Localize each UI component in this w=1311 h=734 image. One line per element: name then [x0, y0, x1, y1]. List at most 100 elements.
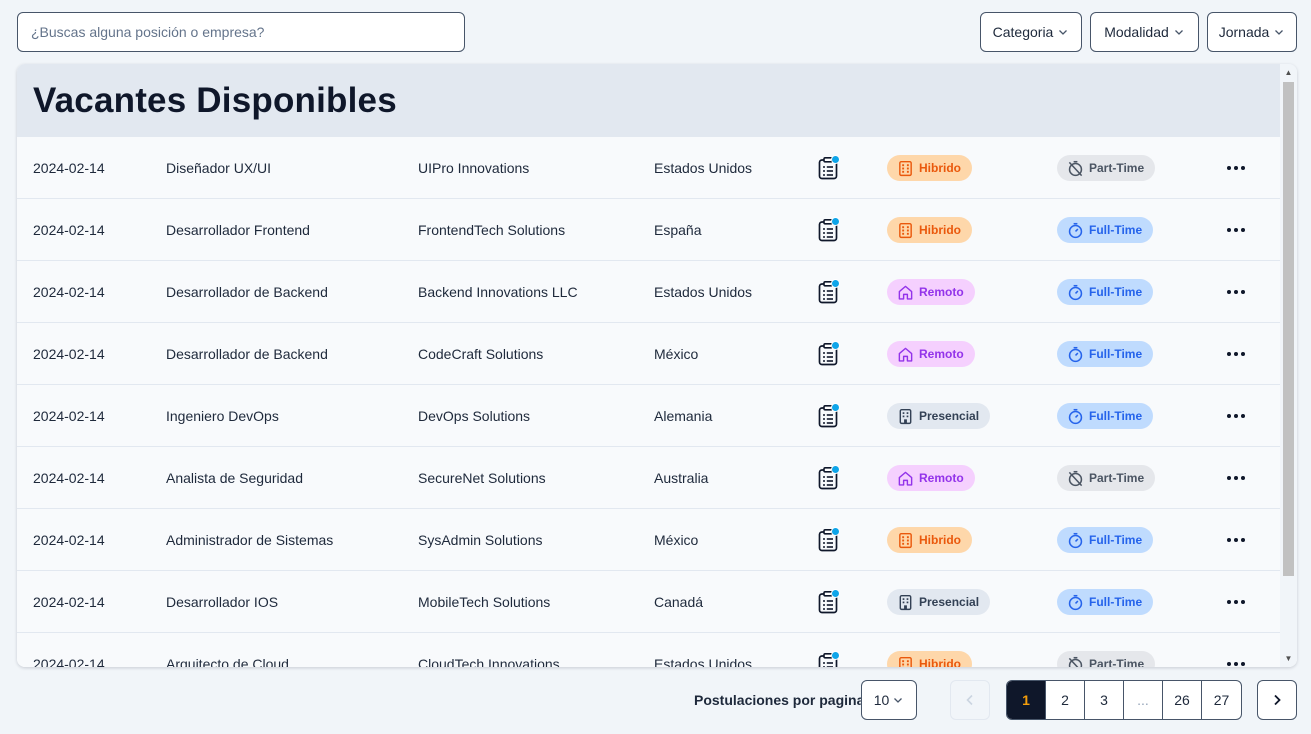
stopwatch-off-icon	[1067, 656, 1084, 667]
table-row[interactable]: 2024-02-14 Arquitecto de Cloud CloudTech I…	[17, 633, 1280, 667]
vacancy-country: Estados Unidos	[654, 656, 753, 667]
modality-badge-label: Hibrido	[919, 161, 961, 175]
modality-badge-hibrido: Hibrido	[887, 155, 972, 181]
page-button[interactable]: 2	[1046, 681, 1085, 719]
scroll-down-arrow-icon[interactable]: ▼	[1280, 650, 1297, 667]
building-icon	[897, 222, 914, 239]
search-input[interactable]	[17, 12, 465, 52]
shift-badge-full-time: Full-Time	[1057, 589, 1154, 615]
clipboard-list-icon[interactable]	[817, 651, 840, 667]
vacancy-title[interactable]: Administrador de Sistemas	[166, 509, 333, 571]
notification-dot	[831, 155, 840, 164]
home-icon	[897, 346, 914, 363]
table-row[interactable]: 2024-02-14 Ingeniero DevOps DevOps Solutio…	[17, 385, 1280, 447]
modality-badge-label: Remoto	[919, 471, 964, 485]
more-dots-icon[interactable]	[1224, 592, 1248, 612]
page-button[interactable]: 3	[1085, 681, 1124, 719]
vacancy-title[interactable]: Diseñador UX/UI	[166, 137, 271, 199]
modality-badge-label: Hibrido	[919, 657, 961, 667]
stopwatch-icon	[1067, 222, 1084, 239]
category-filter-button[interactable]: Categoria	[980, 12, 1082, 52]
previous-page-button[interactable]	[950, 680, 990, 720]
vacancy-title[interactable]: Analista de Seguridad	[166, 447, 303, 509]
per-page-label: Postulaciones por pagina	[694, 692, 865, 708]
clipboard-list-icon[interactable]	[817, 217, 840, 242]
shift-badge-full-time: Full-Time	[1057, 403, 1154, 429]
scrollbar[interactable]: ▲ ▼	[1280, 64, 1297, 667]
vacancy-company: SecureNet Solutions	[418, 470, 546, 486]
clipboard-list-icon[interactable]	[817, 155, 840, 180]
table-row[interactable]: 2024-02-14 Diseñador UX/UI UIPro Innovatio…	[17, 137, 1280, 199]
vacancy-company: UIPro Innovations	[418, 160, 530, 176]
vacancy-company: CloudTech Innovations	[418, 656, 560, 667]
per-page-select[interactable]: 10	[861, 680, 917, 720]
page-button[interactable]: 1	[1007, 681, 1046, 719]
more-dots-icon[interactable]	[1224, 344, 1248, 364]
modality-badge-label: Hibrido	[919, 533, 961, 547]
vacancy-title[interactable]: Desarrollador de Backend	[166, 323, 328, 385]
more-dots-icon[interactable]	[1224, 530, 1248, 550]
vacancy-title[interactable]: Desarrollador de Backend	[166, 261, 328, 323]
scroll-up-arrow-icon[interactable]: ▲	[1280, 64, 1297, 81]
clipboard-list-icon[interactable]	[817, 403, 840, 428]
page-button[interactable]: 27	[1202, 681, 1241, 719]
more-dots-icon[interactable]	[1224, 406, 1248, 426]
shift-badge-part-time: Part-Time	[1057, 155, 1156, 181]
vacancy-title[interactable]: Ingeniero DevOps	[166, 385, 279, 447]
table-row[interactable]: 2024-02-14 Desarrollador IOS MobileTech So…	[17, 571, 1280, 633]
vacancy-title[interactable]: Arquitecto de Cloud	[166, 633, 289, 667]
per-page-value: 10	[873, 692, 890, 708]
vacancy-date: 2024-02-14	[33, 222, 105, 238]
clipboard-list-icon[interactable]	[817, 279, 840, 304]
chevron-down-icon	[894, 698, 903, 703]
office-building-icon	[897, 594, 914, 611]
more-dots-icon[interactable]	[1224, 282, 1248, 302]
notification-dot	[831, 465, 840, 474]
pagination: 1 2 3... 26 27	[1006, 680, 1242, 720]
vacancy-company: Backend Innovations LLC	[418, 284, 578, 300]
more-dots-icon[interactable]	[1224, 468, 1248, 488]
modality-filter-button[interactable]: Modalidad	[1090, 12, 1199, 52]
more-dots-icon[interactable]	[1224, 220, 1248, 240]
modality-badge-remoto: Remoto	[887, 341, 975, 367]
modality-badge-presencial: Presencial	[887, 403, 991, 429]
notification-dot	[831, 403, 840, 412]
clipboard-list-icon[interactable]	[817, 589, 840, 614]
shift-filter-button[interactable]: Jornada	[1207, 12, 1297, 52]
clipboard-list-icon[interactable]	[817, 527, 840, 552]
vacancy-date: 2024-02-14	[33, 408, 105, 424]
clipboard-list-icon[interactable]	[817, 341, 840, 366]
scrollbar-thumb[interactable]	[1283, 82, 1294, 576]
table-row[interactable]: 2024-02-14 Analista de Seguridad SecureNet…	[17, 447, 1280, 509]
clipboard-list-icon[interactable]	[817, 465, 840, 490]
vacancy-date: 2024-02-14	[33, 532, 105, 548]
table-row[interactable]: 2024-02-14 Administrador de Sistemas SysAd…	[17, 509, 1280, 571]
shift-badge-label: Full-Time	[1089, 285, 1143, 299]
vacancy-title[interactable]: Desarrollador Frontend	[166, 199, 310, 261]
stopwatch-icon	[1067, 284, 1084, 301]
table-row[interactable]: 2024-02-14 Desarrollador de Backend Backen…	[17, 261, 1280, 323]
vacancy-country: México	[654, 532, 699, 548]
page-button[interactable]: 26	[1163, 681, 1202, 719]
vacancy-company: MobileTech Solutions	[418, 594, 551, 610]
notification-dot	[831, 651, 840, 660]
next-page-button[interactable]	[1257, 680, 1297, 720]
vacancy-title[interactable]: Desarrollador IOS	[166, 571, 278, 633]
shift-badge-part-time: Part-Time	[1057, 651, 1156, 667]
chevron-down-icon	[1059, 30, 1068, 35]
vacancy-date: 2024-02-14	[33, 470, 105, 486]
building-icon	[897, 656, 914, 667]
vacancies-list[interactable]: 2024-02-14 Diseñador UX/UI UIPro Innovatio…	[17, 137, 1280, 667]
stopwatch-off-icon	[1067, 470, 1084, 487]
modality-badge-hibrido: Hibrido	[887, 217, 972, 243]
more-dots-icon[interactable]	[1224, 158, 1248, 178]
more-dots-icon[interactable]	[1224, 654, 1248, 667]
modality-badge-presencial: Presencial	[887, 589, 991, 615]
chevron-left-icon	[966, 694, 973, 706]
notification-dot	[831, 279, 840, 288]
table-row[interactable]: 2024-02-14 Desarrollador de Backend CodeCr…	[17, 323, 1280, 385]
chevron-down-icon	[1275, 30, 1284, 35]
shift-badge-label: Part-Time	[1089, 471, 1145, 485]
table-row[interactable]: 2024-02-14 Desarrollador Frontend Frontend…	[17, 199, 1280, 261]
shift-badge-label: Full-Time	[1089, 347, 1143, 361]
